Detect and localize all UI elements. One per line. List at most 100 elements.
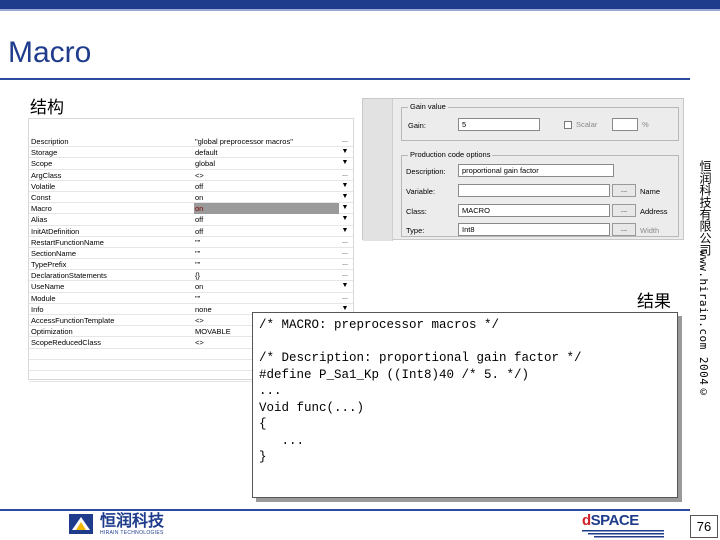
logo-chinese-name: 恒润科技 [100, 511, 165, 530]
type-input[interactable]: Int8 [458, 223, 610, 236]
property-name: Module [31, 293, 56, 303]
scalar-label: Scalar [576, 120, 598, 129]
logo-english-name: HIRAIN TECHNOLOGIES [100, 530, 164, 536]
dropdown-arrow-icon[interactable]: ▼ [339, 158, 351, 169]
property-row[interactable]: SectionName ""... [29, 248, 353, 260]
property-name: Const [31, 192, 51, 202]
scalar-suffix: % [642, 120, 649, 129]
ellipsis-button[interactable]: ... [339, 259, 351, 270]
property-row[interactable]: Volatile off ▼ [29, 181, 353, 192]
property-name: Alias [31, 215, 48, 225]
property-row[interactable]: UseName on ▼ [29, 281, 353, 293]
dropdown-arrow-icon[interactable]: ▼ [339, 147, 351, 158]
property-value[interactable]: on [194, 281, 339, 292]
width-label: Width [640, 226, 660, 235]
company-url-vertical: www.hirain.com 2004© [697, 250, 710, 399]
ellipsis-button[interactable]: ... [339, 293, 351, 304]
production-code-options-title: Production code options [408, 150, 493, 160]
gain-value-group: Gain value Gain: 5 Scalar % [401, 102, 679, 141]
property-value[interactable]: {} [194, 270, 339, 281]
class-browse-button[interactable]: ... [612, 204, 636, 217]
code-line: /* MACRO: preprocessor macros */ [259, 318, 500, 332]
property-name: Macro [31, 204, 52, 214]
property-name: InitAtDefinition [31, 226, 80, 236]
top-banner-bar [0, 0, 720, 9]
class-input[interactable]: MACRO [458, 204, 610, 217]
property-row[interactable]: Module ""... [29, 293, 353, 304]
dropdown-arrow-icon[interactable]: ▼ [339, 226, 351, 237]
ellipsis-button[interactable]: ... [339, 237, 351, 248]
property-row[interactable]: Scope global ▼ [29, 158, 353, 170]
property-value[interactable]: off [194, 181, 339, 192]
top-banner-accent-line [0, 9, 720, 11]
ellipsis-button[interactable]: ... [339, 136, 351, 147]
description-input[interactable]: proportional gain factor [458, 164, 614, 177]
property-name: ScopeReducedClass [31, 338, 102, 348]
section-heading-structure: 结构 [30, 98, 64, 118]
dropdown-arrow-icon[interactable]: ▼ [339, 192, 351, 203]
property-row[interactable]: TypePrefix ""... [29, 259, 353, 271]
property-row[interactable]: Alias off ▼ [29, 214, 353, 226]
property-name: AccessFunctionTemplate [31, 316, 115, 325]
generated-code-box: /* MACRO: preprocessor macros */ /* Desc… [252, 312, 678, 498]
ellipsis-button[interactable]: ... [339, 270, 351, 281]
code-line: Void func(...) [259, 400, 365, 415]
production-code-options-group: Production code options Description: pro… [401, 150, 679, 237]
property-row[interactable]: InitAtDefinition off ▼ [29, 226, 353, 237]
property-value[interactable]: "" [194, 248, 339, 259]
gain-input[interactable]: 5 [458, 118, 540, 131]
code-line: ... [259, 384, 282, 398]
property-name: SectionName [31, 248, 77, 258]
ellipsis-button[interactable]: ... [339, 248, 351, 259]
property-value[interactable]: off [194, 226, 339, 237]
property-value[interactable]: on [194, 192, 339, 203]
property-row[interactable]: RestartFunctionName ""... [29, 237, 353, 248]
property-value[interactable]: "" [194, 237, 339, 248]
dropdown-arrow-icon[interactable]: ▼ [339, 181, 351, 192]
property-row[interactable]: Const on ▼ [29, 192, 353, 204]
dspace-wordmark-prefix: d [582, 512, 591, 529]
page-number: 76 [690, 515, 718, 538]
code-line: /* Description: proportional gain factor… [259, 351, 582, 365]
property-name: Optimization [31, 327, 73, 337]
code-line: { [259, 417, 267, 431]
property-value[interactable]: global [194, 158, 339, 169]
property-row[interactable]: Description "global preprocessor macros".… [29, 136, 353, 148]
address-label: Address [640, 207, 668, 216]
dspace-logo: dSPACE [582, 511, 672, 539]
code-line: } [259, 450, 267, 464]
scalar-checkbox[interactable] [564, 121, 572, 129]
property-name: Volatile [31, 181, 56, 191]
dropdown-arrow-icon[interactable]: ▼ [339, 203, 351, 214]
dialog-side-strip [363, 99, 393, 241]
property-name: TypePrefix [31, 260, 67, 270]
property-value[interactable]: "global preprocessor macros" [194, 136, 339, 147]
property-value[interactable]: "" [194, 259, 339, 270]
section-heading-result: 结果 [637, 292, 671, 312]
property-value[interactable]: default [194, 147, 339, 158]
scalar-input[interactable] [612, 118, 638, 131]
property-row[interactable]: Storage default ▼ [29, 147, 353, 159]
ellipsis-button[interactable]: ... [339, 170, 351, 181]
property-name: Storage [31, 148, 58, 158]
type-browse-button[interactable]: ... [612, 223, 636, 236]
description-label: Description: [406, 167, 446, 176]
hirain-logo-mark-icon [69, 514, 93, 534]
property-value[interactable]: "" [194, 293, 339, 304]
dropdown-arrow-icon[interactable]: ▼ [339, 281, 351, 292]
property-value[interactable]: off [194, 214, 339, 225]
property-name: DeclarationStatements [31, 271, 107, 281]
name-label: Name [640, 187, 661, 196]
dropdown-arrow-icon[interactable]: ▼ [339, 214, 351, 225]
gain-label: Gain: [408, 121, 426, 130]
variable-browse-button[interactable]: ... [612, 184, 636, 197]
property-row[interactable]: ArgClass <>... [29, 170, 353, 181]
type-label: Type: [406, 226, 425, 235]
property-row[interactable]: DeclarationStatements {}... [29, 270, 353, 282]
property-value[interactable]: <> [194, 170, 339, 181]
property-value[interactable]: on [194, 203, 339, 215]
hirain-logo: 恒润科技 HIRAIN TECHNOLOGIES [68, 512, 188, 538]
property-name: Description [31, 137, 69, 146]
variable-input[interactable] [458, 184, 610, 197]
property-row[interactable]: Macro on ▼ [29, 203, 353, 215]
